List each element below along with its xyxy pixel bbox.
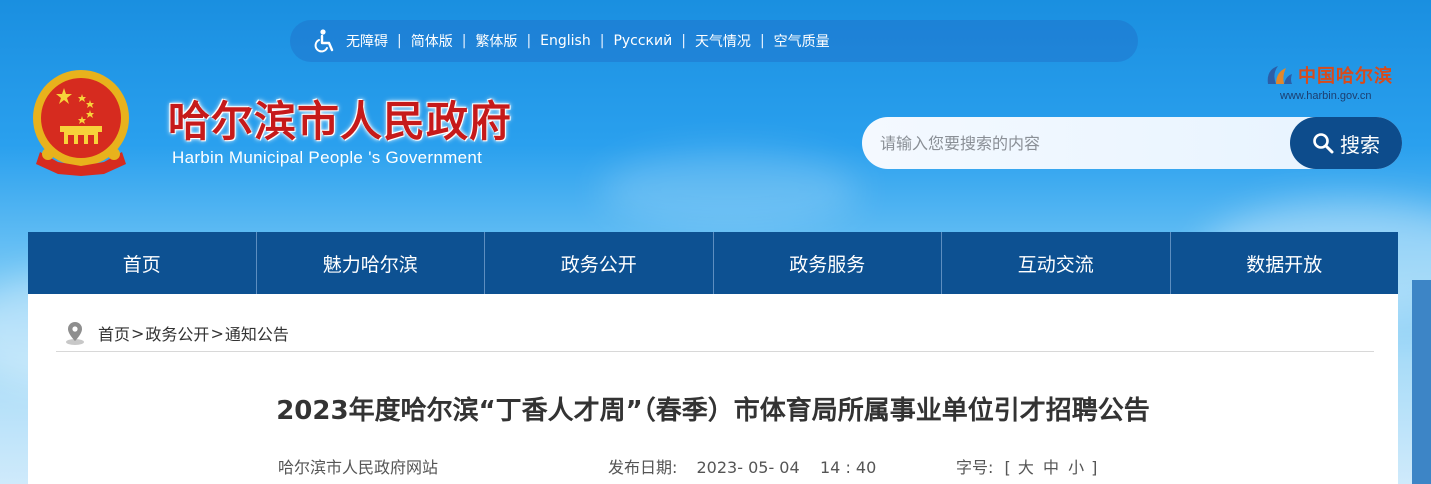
article-date-value: 2023- 05- 04 14 : 40: [696, 458, 877, 477]
content-panel: 首页 > 政务公开 > 通知公告 2023年度哈尔滨“丁香人才周”（春季）市体育…: [28, 294, 1398, 484]
topbar-link-traditional[interactable]: 繁体版: [475, 31, 517, 51]
right-edge-strip: [1412, 280, 1431, 484]
site-subtitle: Harbin Municipal People 's Government: [172, 148, 483, 167]
font-size-control: 字号: [ 大 中 小 ]: [956, 454, 1097, 478]
topbar-separator: |: [526, 33, 532, 49]
article-date-label: 发布日期:: [608, 458, 678, 477]
article-date: 发布日期: 2023- 05- 04 14 : 40: [608, 454, 876, 478]
harbin-logo-text: 中国哈尔滨: [1298, 66, 1393, 87]
site-title: 哈尔滨市人民政府: [168, 97, 513, 146]
background-cloud: [600, 150, 860, 230]
search-icon: [1313, 133, 1334, 154]
font-size-large[interactable]: 大: [1018, 458, 1034, 477]
nav-item-open-data[interactable]: 数据开放: [1171, 232, 1399, 294]
topbar-link-weather[interactable]: 天气情况: [695, 31, 751, 51]
article-title: 2023年度哈尔滨“丁香人才周”（春季）市体育局所属事业单位引才招聘公告: [276, 396, 1150, 426]
national-emblem: [33, 70, 129, 176]
topbar-link-russian[interactable]: Русский: [613, 33, 672, 49]
font-size-medium[interactable]: 中: [1043, 458, 1059, 477]
main-nav: 首页 魅力哈尔滨 政务公开 政务服务 互动交流 数据开放: [28, 232, 1398, 294]
topbar-separator: |: [397, 33, 402, 49]
font-size-bracket-open: [: [1004, 458, 1011, 477]
breadcrumb-divider: [56, 351, 1374, 352]
breadcrumb-home[interactable]: 首页: [98, 321, 130, 345]
breadcrumb-separator: >: [210, 323, 224, 343]
harbin-logo-mark: [1267, 66, 1292, 84]
topbar-separator: |: [599, 33, 605, 49]
nav-item-gov-affairs-open[interactable]: 政务公开: [485, 232, 714, 294]
nav-item-interaction[interactable]: 互动交流: [942, 232, 1171, 294]
nav-item-charm-harbin[interactable]: 魅力哈尔滨: [257, 232, 485, 294]
topbar-link-simplified[interactable]: 简体版: [411, 31, 453, 51]
search-button[interactable]: 搜索: [1290, 117, 1402, 169]
nav-item-home[interactable]: 首页: [28, 232, 257, 294]
topbar-link-air-quality[interactable]: 空气质量: [774, 31, 830, 51]
topbar-separator: |: [759, 33, 765, 49]
top-link-bar: 无障碍 | 简体版 | 繁体版 | English | Русский | 天气…: [290, 20, 1138, 62]
topbar-separator: |: [681, 33, 686, 49]
breadcrumb: 首页 > 政务公开 > 通知公告: [64, 320, 289, 346]
nav-item-gov-services[interactable]: 政务服务: [714, 232, 942, 294]
harbin-logo-url: www.harbin.gov.cn: [1280, 90, 1372, 102]
breadcrumb-gov-affairs-open[interactable]: 政务公开: [145, 321, 209, 345]
search-button-label: 搜索: [1340, 132, 1380, 157]
harbin-logo[interactable]: 中国哈尔滨 www.harbin.gov.cn: [1262, 60, 1402, 106]
font-size-small[interactable]: 小: [1068, 458, 1084, 477]
article-source: 哈尔滨市人民政府网站: [278, 458, 439, 477]
search-box: 搜索: [862, 117, 1402, 169]
search-input[interactable]: [880, 117, 1280, 169]
font-size-label: 字号:: [956, 458, 994, 477]
topbar-link-accessibility[interactable]: 无障碍: [346, 31, 388, 51]
breadcrumb-notices[interactable]: 通知公告: [225, 321, 289, 345]
breadcrumb-separator: >: [131, 323, 145, 343]
topbar-link-english[interactable]: English: [540, 33, 591, 49]
topbar-separator: |: [461, 33, 467, 49]
font-size-bracket-close: ]: [1091, 458, 1098, 477]
location-pin-icon: [66, 322, 84, 345]
accessibility-icon[interactable]: [312, 28, 338, 54]
